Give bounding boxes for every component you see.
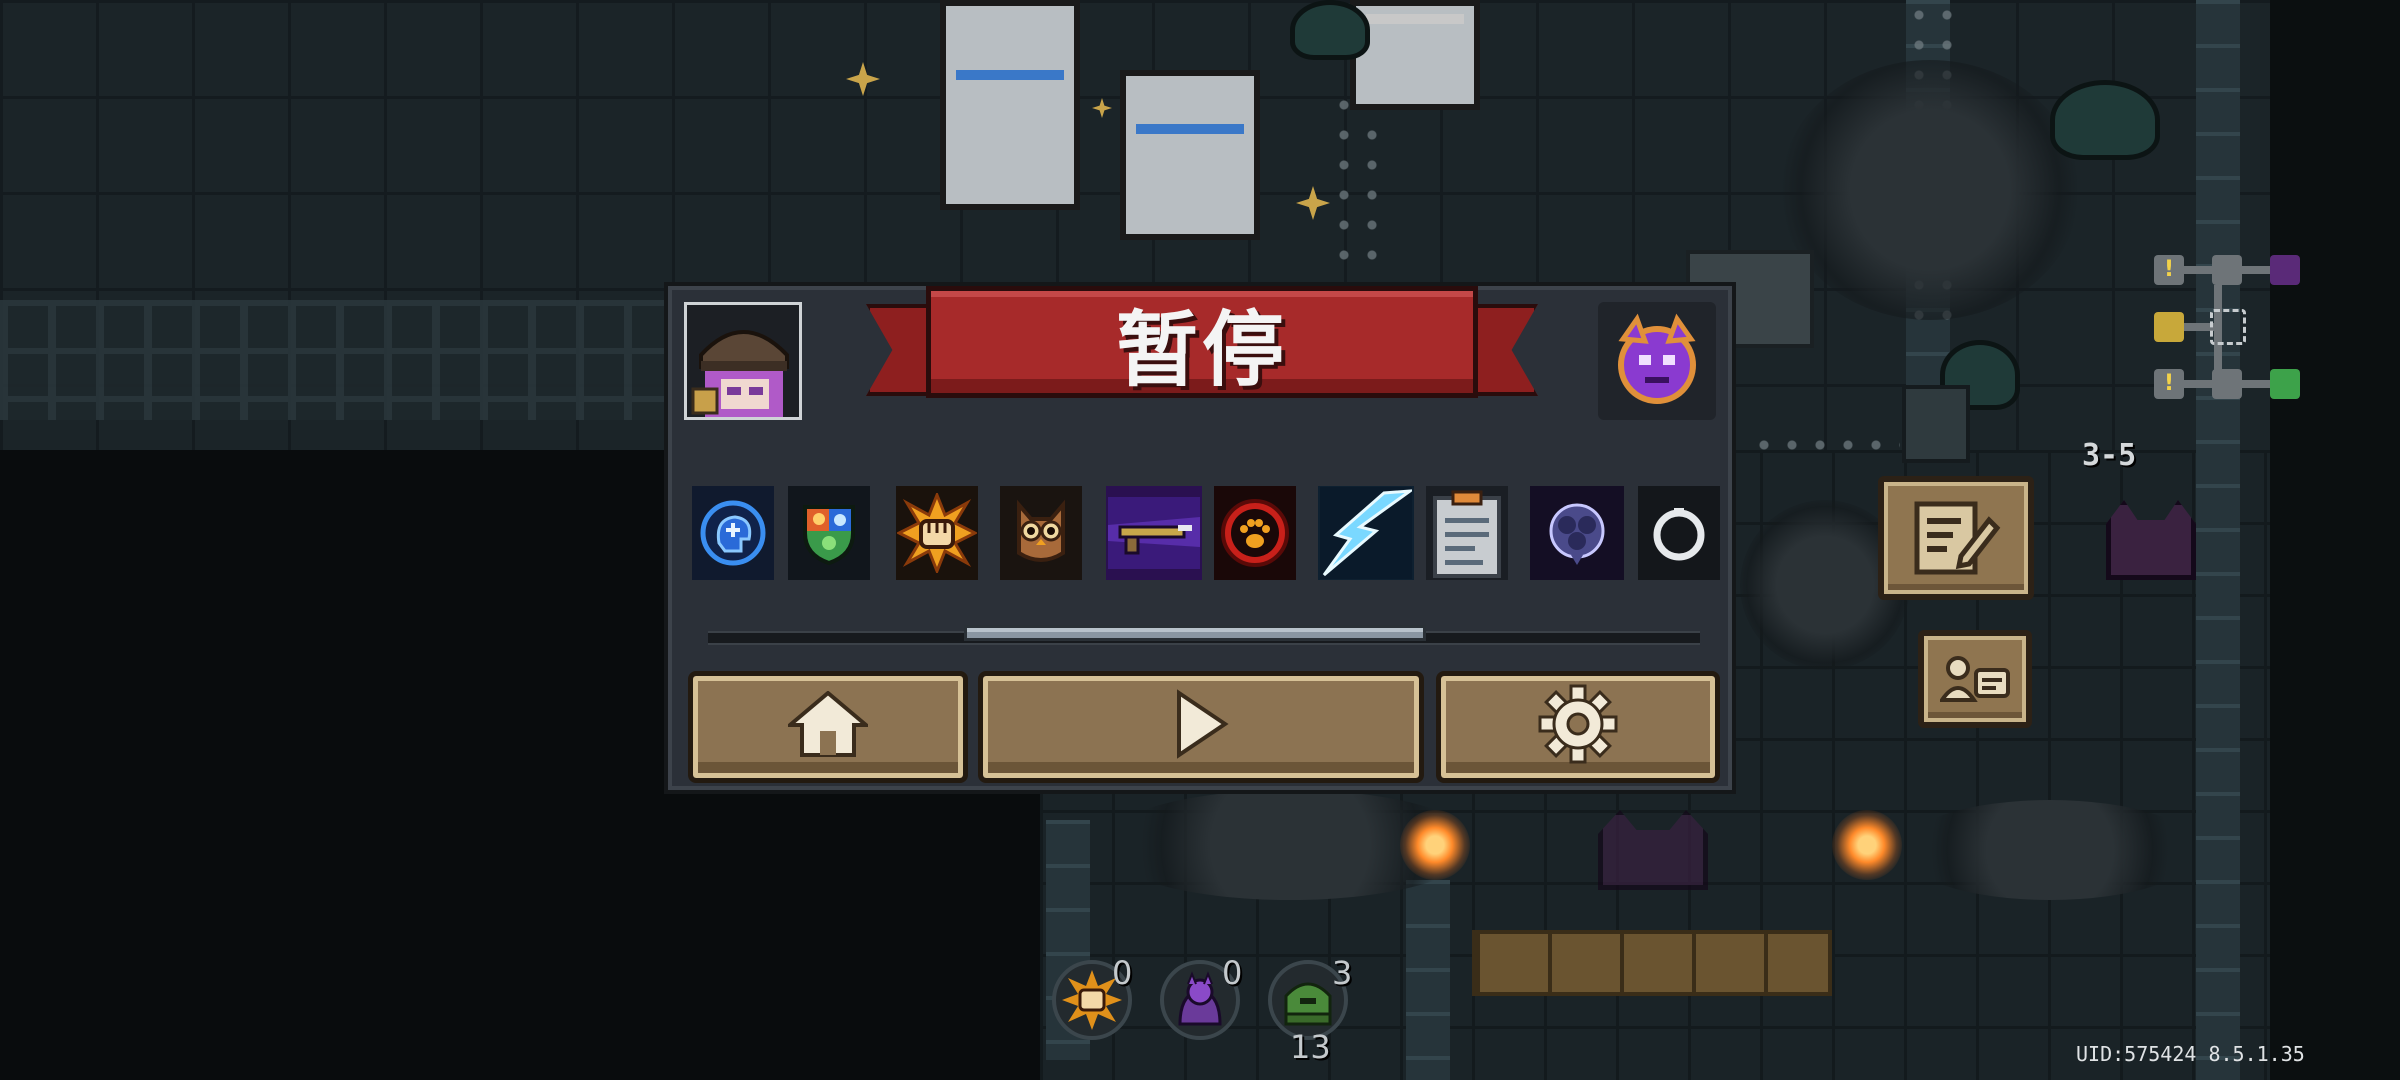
stone-pillar: [2196, 0, 2240, 1080]
shrub: [1900, 800, 2200, 900]
knight-character: [1350, 0, 1480, 110]
resume-button[interactable]: [978, 671, 1424, 783]
minimap-room-quest: !: [2154, 255, 2184, 285]
buff-slot[interactable]: [896, 486, 978, 580]
minimap-room-exit: [2270, 369, 2300, 399]
boss-indicator[interactable]: [1598, 302, 1716, 420]
shrub: [1780, 60, 2080, 320]
exploding-fist-icon: [897, 493, 977, 573]
dungeon-wall-left: [0, 300, 700, 420]
buff-slot[interactable]: [1426, 486, 1508, 580]
goblin-enemy: [2050, 80, 2160, 160]
torch-flame: [1832, 810, 1902, 880]
spike-trap: [1330, 90, 1386, 270]
buff-slot[interactable]: [1318, 486, 1414, 580]
paw-print-icon: [1221, 499, 1289, 567]
uid-version-label: UID:575424 8.5.1.35: [2076, 1042, 2305, 1066]
character-portrait-icon: [687, 305, 799, 417]
currency-demon-count: 0: [1222, 954, 1243, 992]
torch-flame: [1400, 810, 1470, 880]
profile-button[interactable]: [1918, 630, 2032, 728]
buff-slot[interactable]: [1000, 486, 1082, 580]
buff-scrollbar-thumb[interactable]: [964, 625, 1426, 641]
note-edit-icon: [1914, 501, 2001, 575]
clipboard-icon: [1433, 490, 1501, 578]
currency-helmet-subcount: 13: [1290, 1028, 1331, 1066]
minimap-room: [2212, 369, 2242, 399]
gear-icon: [1538, 684, 1618, 764]
purple-gun-icon: [1108, 497, 1200, 569]
buff-slot[interactable]: [1530, 486, 1624, 580]
spike-trap: [1750, 430, 1900, 470]
minimap[interactable]: ! !: [2140, 255, 2300, 415]
home-icon: [788, 691, 868, 757]
pause-menu: 暂停: [664, 282, 1736, 794]
settings-button[interactable]: [1436, 671, 1720, 783]
wooden-crates: [1472, 930, 1832, 996]
blue-brain-icon: [700, 500, 766, 566]
lightning-icon: [1320, 487, 1412, 579]
knight-character: [940, 0, 1080, 210]
currency-fist-count: 0: [1112, 954, 1133, 992]
chest-object: [1902, 385, 1970, 463]
goblin-enemy: [1290, 0, 1370, 60]
minimap-room-boss: [2270, 255, 2300, 285]
player-avatar[interactable]: [684, 302, 802, 420]
currency-helmet-count: 3: [1332, 954, 1353, 992]
profile-card-icon: [1940, 656, 2010, 702]
minimap-room-shop: [2154, 312, 2184, 342]
dungeon-edge: [2270, 0, 2400, 1080]
title-banner: 暂停: [926, 286, 1478, 398]
minimap-room-quest: !: [2154, 369, 2184, 399]
demon-coin-icon: [1178, 971, 1222, 1026]
notes-button[interactable]: [1878, 476, 2034, 600]
play-icon: [1177, 689, 1229, 759]
buff-slot[interactable]: [1106, 486, 1202, 580]
stone-pillar: [1406, 880, 1450, 1080]
minimap-room: [2212, 255, 2242, 285]
active-buffs-list: [684, 486, 1724, 580]
buff-slot[interactable]: [1638, 486, 1720, 580]
buff-scrollbar-track[interactable]: [708, 625, 1700, 645]
level-indicator: 3-5: [2082, 438, 2137, 473]
buff-slot[interactable]: [692, 486, 774, 580]
buff-slot[interactable]: [1214, 486, 1296, 580]
home-button[interactable]: [688, 671, 968, 783]
green-helmet-icon: [1284, 982, 1332, 1026]
owl-icon: [1017, 499, 1065, 562]
minimap-current-room: [2210, 309, 2246, 345]
purple-demon-icon: [1618, 313, 1696, 404]
knight-character: [1120, 70, 1260, 240]
dark-flower-icon: [1549, 503, 1605, 565]
ring-icon: [1653, 508, 1705, 561]
buff-slot[interactable]: [788, 486, 870, 580]
elemental-shield-icon: [803, 505, 855, 566]
pause-title: 暂停: [1115, 302, 1288, 398]
